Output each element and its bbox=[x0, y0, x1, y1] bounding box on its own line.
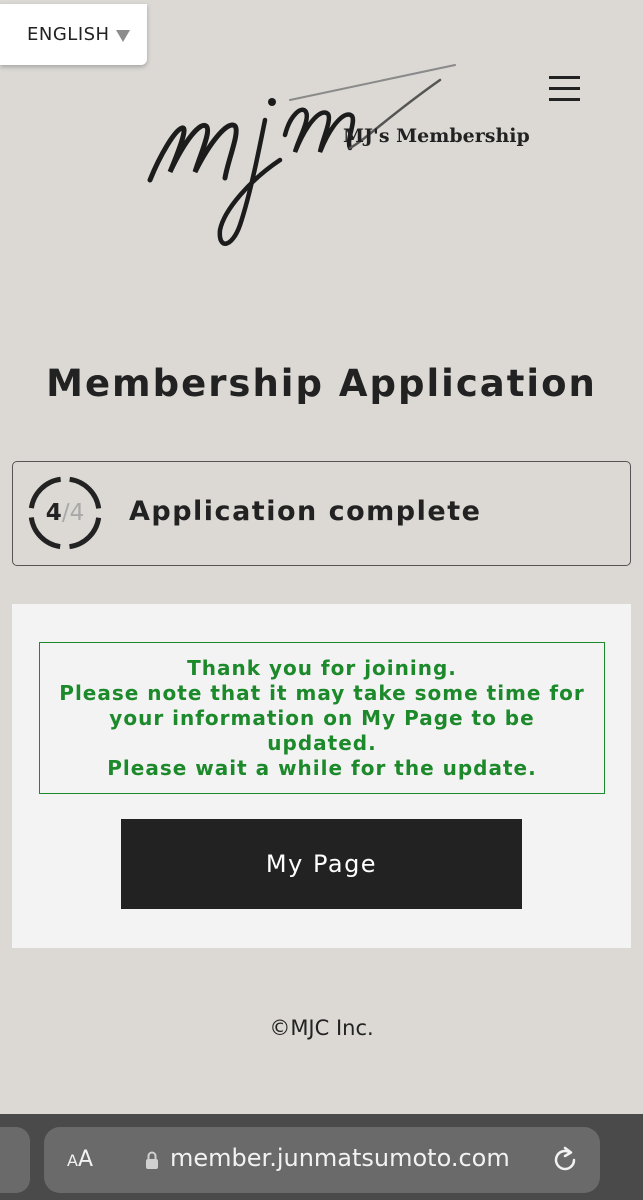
page-title: Membership Application bbox=[46, 362, 597, 405]
text-size-button[interactable]: AA bbox=[67, 1147, 93, 1172]
menu-bar bbox=[549, 87, 580, 90]
browser-toolbar: AA member.junmatsumoto.com bbox=[0, 1114, 643, 1200]
completion-card: Thank you for joining. Please note that … bbox=[12, 604, 631, 948]
notice-line: updated. bbox=[267, 730, 377, 755]
notice-line: Please note that it may take some time f… bbox=[59, 680, 585, 705]
language-selector[interactable]: ENGLISH bbox=[0, 4, 147, 65]
copyright-text: ©MJC Inc. bbox=[269, 1016, 374, 1040]
notice-line: Thank you for joining. bbox=[187, 655, 457, 680]
step-separator: / bbox=[61, 500, 70, 526]
menu-bar bbox=[549, 76, 580, 79]
hamburger-menu-icon[interactable] bbox=[546, 74, 584, 104]
my-page-button[interactable]: My Page bbox=[121, 819, 522, 909]
completion-notice: Thank you for joining. Please note that … bbox=[39, 642, 605, 794]
step-label: Application complete bbox=[129, 496, 482, 527]
lock-icon bbox=[146, 1151, 158, 1169]
step-total: 4 bbox=[69, 500, 85, 526]
notice-line: your information on My Page to be bbox=[109, 705, 535, 730]
address-bar[interactable]: AA member.junmatsumoto.com bbox=[44, 1127, 600, 1193]
caret-down-icon bbox=[116, 30, 130, 42]
step-current: 4 bbox=[45, 500, 62, 526]
notice-line: Please wait a while for the update. bbox=[107, 755, 537, 780]
previous-tab-peek[interactable] bbox=[0, 1127, 30, 1193]
url-text: member.junmatsumoto.com bbox=[170, 1144, 510, 1172]
logo-subtitle: MJ's Membership bbox=[343, 125, 530, 147]
site-logo[interactable]: MJ's Membership bbox=[140, 60, 530, 255]
reload-icon[interactable] bbox=[550, 1145, 580, 1175]
step-counter: 4 / 4 bbox=[27, 475, 103, 551]
step-indicator: 4 / 4 Application complete bbox=[12, 461, 631, 566]
logo-script-icon bbox=[147, 64, 456, 246]
menu-bar bbox=[549, 98, 580, 101]
language-selected-label: ENGLISH bbox=[27, 24, 110, 45]
